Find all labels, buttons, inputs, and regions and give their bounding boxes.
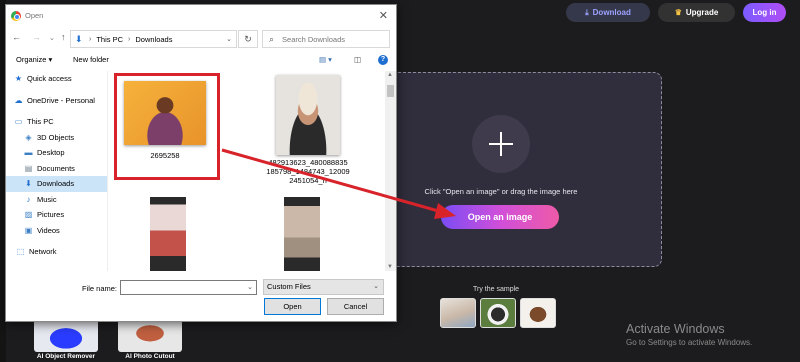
refresh-button[interactable]: ↻ [238,30,258,48]
dialog-titlebar[interactable]: Open ✕ [6,5,396,27]
download-icon: ⬇ [25,179,32,189]
breadcrumb-this-pc[interactable]: This PC [96,35,123,44]
organize-menu[interactable]: Organize ▾ [16,55,52,64]
sidebar-item-this-pc[interactable]: ▭ This PC [6,114,107,130]
document-icon: ▤ [24,163,33,173]
breadcrumb-chevron-icon: › [128,35,131,43]
chrome-icon [11,11,21,21]
crown-icon: ♛ [674,8,682,17]
sidebar-item-music[interactable]: ♪ Music [6,192,107,208]
star-icon: ★ [14,74,23,84]
sidebar-item-pictures[interactable]: ▨ Pictures [6,207,107,223]
file-type-value: Custom Files [267,282,311,291]
search-placeholder: Search Downloads [282,34,345,44]
file-item[interactable]: 482913623_480088835 185798_1484743_12009… [260,75,356,185]
screen: ⤓ Download ♛ Upgrade Log in Click "Open … [0,0,800,362]
sample-image-woman[interactable] [440,298,476,328]
open-button[interactable]: Open [264,298,321,315]
file-item[interactable] [282,197,322,271]
picture-icon: ▨ [24,210,33,220]
forward-arrow-icon[interactable]: → [32,32,41,42]
file-name-dropdown-icon[interactable]: ⌄ [247,281,253,294]
dialog-title: Open [25,11,44,20]
file-item[interactable] [148,197,188,271]
sidebar-item-quick-access[interactable]: ★ Quick access [6,71,107,87]
up-arrow-icon[interactable]: ↑ [61,32,66,42]
view-options-icon[interactable]: ▤ ▾ [319,55,332,64]
navigation-pane: ★ Quick access ☁ OneDrive - Personal ▭ This… [6,71,108,271]
search-input[interactable]: ⌕ Search Downloads [262,30,390,48]
watermark-title: Activate Windows [626,322,725,336]
back-arrow-icon[interactable]: ← [12,32,21,42]
annotation-highlight-box [114,73,220,180]
cloud-icon: ☁ [14,95,23,105]
header-actions: ⤓ Download ♛ Upgrade Log in [566,3,786,22]
close-icon[interactable]: ✕ [379,9,388,22]
scroll-up-icon[interactable]: ▲ [387,72,393,78]
sidebar-item-videos[interactable]: ▣ Videos [6,223,107,239]
open-image-button[interactable]: Open an image [441,205,559,229]
file-thumbnail [150,197,186,271]
activate-windows-watermark: Activate Windows Go to Settings to activ… [626,322,752,347]
preview-pane-icon[interactable]: ◫ [354,55,361,64]
tool-cards: AI Object Remover AI Photo Cutout [34,318,182,362]
add-image-button[interactable] [472,115,530,173]
upgrade-label: Upgrade [685,8,719,17]
tool-thumbnail [118,318,182,352]
download-folder-icon: ⬇ [75,33,83,44]
desktop-icon: ▬ [24,148,33,158]
file-name-input[interactable]: ⌄ [120,280,257,295]
login-button[interactable]: Log in [743,3,786,22]
refresh-icon: ↻ [244,34,252,44]
scroll-down-icon[interactable]: ▼ [387,264,393,270]
download-icon: ⤓ [585,7,589,17]
computer-icon: ▭ [14,117,23,127]
sidebar-item-network[interactable]: ⬚ Network [6,244,107,260]
video-icon: ▣ [24,225,33,235]
scrollbar-thumb[interactable] [387,85,394,97]
watermark-subtitle: Go to Settings to activate Windows. [626,338,753,347]
network-icon: ⬚ [16,247,25,257]
help-icon[interactable]: ? [378,55,388,65]
sidebar-item-documents[interactable]: ▤ Documents [6,161,107,177]
navigation-bar: ← → ⌄ ↑ ⬇ › This PC › Downloads ⌄ ↻ ⌕ Se… [6,27,396,51]
sample-image-bag[interactable] [520,298,556,328]
tool-label: AI Photo Cutout [125,353,175,360]
music-icon: ♪ [26,194,31,204]
cube-icon: ◈ [25,132,32,142]
tool-thumbnail [34,318,98,352]
tool-card-photo-cutout[interactable]: AI Photo Cutout [118,318,182,362]
download-label: Download [592,8,631,17]
login-label: Log in [752,8,777,17]
address-bar[interactable]: ⬇ › This PC › Downloads ⌄ [70,30,237,48]
sample-image-dog[interactable] [480,298,516,328]
breadcrumb-downloads[interactable]: Downloads [135,35,172,44]
tool-label: AI Object Remover [36,353,96,360]
download-button[interactable]: ⤓ Download [566,3,650,22]
new-folder-button[interactable]: New folder [73,55,109,64]
file-list-scrollbar[interactable]: ▲ ▼ [385,71,396,271]
file-name-label: File name: [82,284,118,293]
recent-locations-chevron-icon[interactable]: ⌄ [49,34,55,42]
upgrade-button[interactable]: ♛ Upgrade [658,3,735,22]
dialog-toolbar: Organize ▾ New folder ▤ ▾ ◫ ? [6,51,396,71]
file-name: 482913623_480088835 185798_1484743_12009… [266,158,350,185]
sidebar-item-3d-objects[interactable]: ◈ 3D Objects [6,130,107,146]
file-type-select[interactable]: Custom Files ⌄ [263,279,384,295]
address-dropdown-chevron-icon[interactable]: ⌄ [226,35,232,43]
file-thumbnail [284,197,320,271]
sidebar-item-downloads[interactable]: ⬇ Downloads [6,176,107,192]
tool-card-object-remover[interactable]: AI Object Remover [34,318,98,362]
plus-icon [489,132,513,156]
sample-images [440,298,556,328]
search-icon: ⌕ [269,33,275,44]
sidebar-item-desktop[interactable]: ▬ Desktop [6,145,107,161]
file-type-chevron-icon: ⌄ [373,283,379,290]
sidebar-item-onedrive[interactable]: ☁ OneDrive - Personal [6,93,107,109]
file-thumbnail [276,75,340,155]
cancel-button[interactable]: Cancel [327,298,384,315]
breadcrumb-chevron-icon: › [89,35,92,43]
try-sample-label: Try the sample [473,286,520,293]
